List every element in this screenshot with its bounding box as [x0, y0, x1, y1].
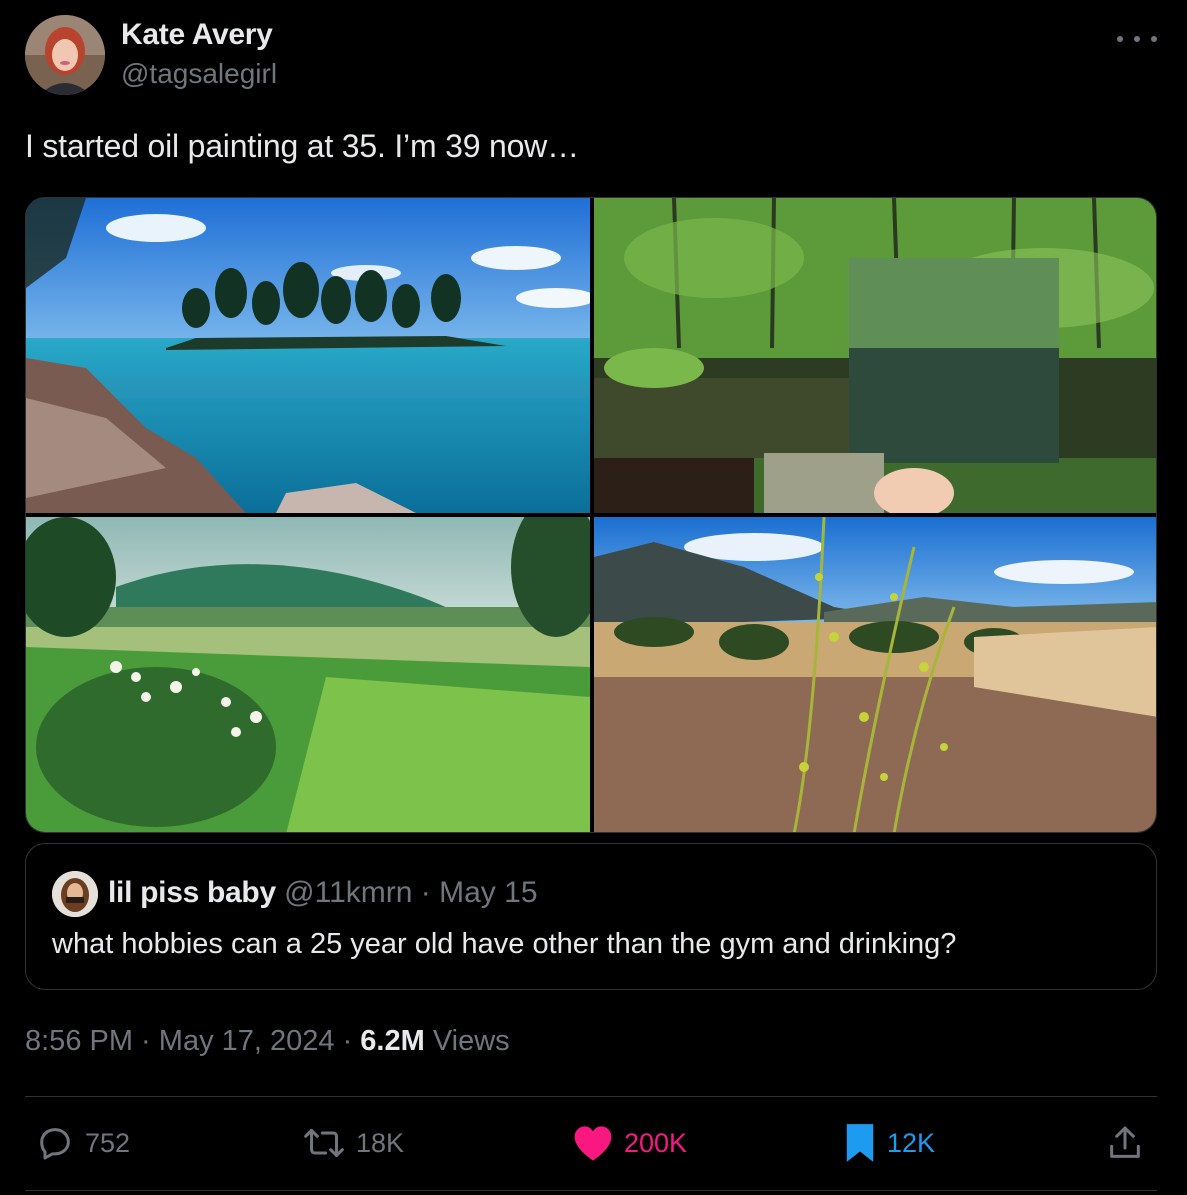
author-name[interactable]: Kate Avery — [121, 18, 273, 52]
media-painting-golden-hills[interactable] — [594, 517, 1156, 832]
quoted-text: what hobbies can a 25 year old have othe… — [52, 928, 957, 960]
views-count[interactable]: 6.2M — [360, 1025, 424, 1057]
divider — [25, 1096, 1157, 1097]
like-count: 200K — [624, 1127, 688, 1158]
media-grid — [25, 197, 1157, 833]
meta-separator: · — [133, 1025, 159, 1057]
more-dot — [1117, 36, 1123, 42]
media-painting-island[interactable] — [26, 198, 590, 513]
tweet-meta: 8:56 PM · May 17, 2024 · 6.2M Views — [25, 1025, 510, 1058]
quoted-author-name[interactable]: lil piss baby — [108, 876, 276, 909]
author-handle[interactable]: @tagsalegirl — [121, 58, 277, 90]
retweet-icon — [304, 1129, 344, 1157]
more-dot — [1151, 36, 1157, 42]
media-painting-forest-stream[interactable] — [594, 198, 1156, 513]
more-dot — [1134, 36, 1140, 42]
meta-separator: · — [334, 1025, 361, 1057]
media-painting-meadow[interactable] — [26, 517, 590, 832]
divider — [25, 1190, 1157, 1191]
bookmark-filled-icon — [846, 1124, 874, 1162]
tweet-time[interactable]: 8:56 PM — [25, 1025, 133, 1057]
more-horizontal-icon[interactable] — [1117, 24, 1157, 54]
share-button[interactable] — [1105, 1120, 1145, 1166]
retweet-button[interactable]: 18K — [302, 1120, 404, 1166]
author-avatar[interactable] — [25, 15, 105, 95]
like-button[interactable]: 200K — [572, 1120, 687, 1166]
tweet-text: I started oil painting at 35. I’m 39 now… — [25, 128, 579, 164]
tweet-date[interactable]: May 17, 2024 — [159, 1025, 335, 1057]
views-label: Views — [424, 1025, 510, 1057]
quoted-author-handle[interactable]: @11kmrn — [284, 876, 412, 909]
share-icon — [1110, 1126, 1140, 1158]
reply-button[interactable]: 752 — [35, 1120, 130, 1166]
quoted-header: lil piss baby @11kmrn · May 15 — [108, 876, 538, 910]
bookmark-count: 12K — [887, 1127, 936, 1158]
bookmark-button[interactable]: 12K — [843, 1120, 935, 1166]
quoted-date[interactable]: May 15 — [439, 876, 537, 909]
heart-filled-icon — [574, 1126, 612, 1161]
reply-count: 752 — [85, 1127, 131, 1158]
quoted-tweet[interactable]: lil piss baby @11kmrn · May 15 what hobb… — [25, 843, 1157, 990]
reply-icon — [40, 1128, 70, 1160]
retweet-count: 18K — [356, 1127, 405, 1158]
quoted-avatar[interactable] — [52, 871, 98, 917]
quoted-separator: · — [420, 876, 431, 909]
